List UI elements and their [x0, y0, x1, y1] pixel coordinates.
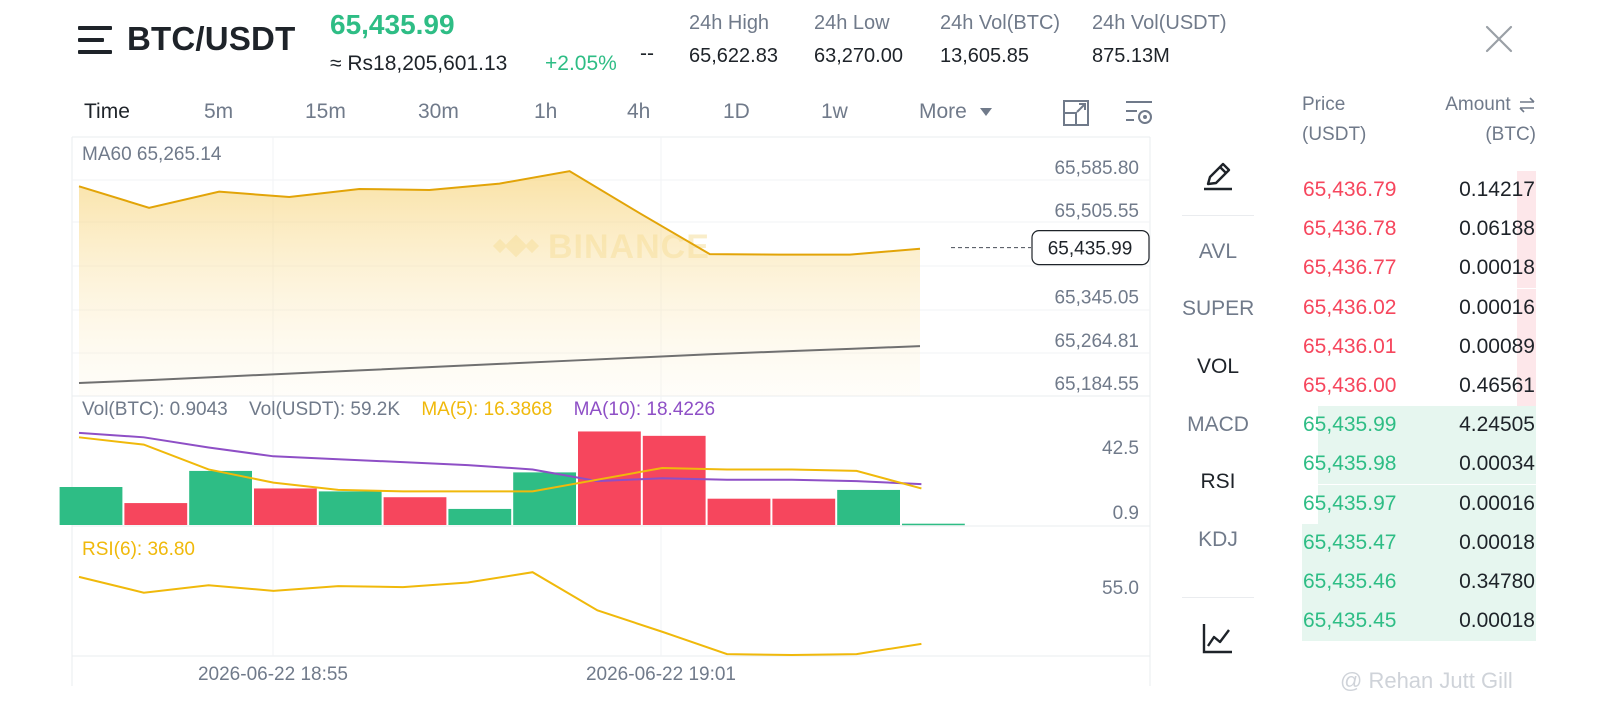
amount-head-label: Amount: [1445, 94, 1511, 115]
rsi-legend: RSI(6): 36.80: [82, 539, 195, 560]
order-amount: 0.00016: [1459, 491, 1535, 515]
order-amount: 0.00018: [1459, 530, 1535, 554]
vol-usdt-legend: Vol(USDT): 59.2K: [249, 399, 401, 420]
indicator-kdj[interactable]: KDJ: [1182, 528, 1254, 552]
ma60-legend: MA60 65,265.14: [82, 144, 222, 165]
order-price: 65,435.98: [1303, 452, 1397, 476]
volume-bar: [837, 489, 900, 525]
price-tick-label: 65,585.80: [1054, 158, 1139, 179]
rsi-tick-label: 55.0: [1102, 578, 1139, 599]
order-amount: 0.00089: [1459, 334, 1535, 358]
volume-tick-label: 0.9: [1113, 503, 1139, 524]
orderbook-bid-row[interactable]: 65,435.47 0.00018: [1302, 523, 1536, 563]
volume-bar: [448, 508, 512, 525]
order-price: 65,436.01: [1303, 334, 1397, 358]
order-amount: 0.00018: [1459, 609, 1535, 633]
volume-bar: [318, 491, 382, 525]
order-amount: 0.14217: [1459, 178, 1535, 201]
vol-btc-legend: Vol(BTC): 0.9043: [82, 399, 228, 420]
ma10-legend: MA(10): 18.4226: [573, 399, 716, 420]
price-tick-label: 65,264.81: [1054, 331, 1139, 352]
side-divider: [1182, 215, 1254, 216]
order-price: 65,436.79: [1303, 178, 1397, 201]
volume-bar: [642, 435, 706, 525]
order-amount: 0.00016: [1459, 295, 1535, 319]
price-tick-label: 65,345.05: [1054, 288, 1139, 309]
price-tick-label: 65,505.55: [1054, 201, 1139, 222]
line-chart-icon[interactable]: [1200, 620, 1236, 656]
volume-bar: [254, 488, 317, 525]
indicator-avl[interactable]: AVL: [1182, 240, 1254, 264]
watermark-text: @ Rehan Jutt Gill: [1340, 668, 1513, 693]
volume-bar: [189, 470, 252, 525]
indicator-vol[interactable]: VOL: [1182, 355, 1254, 379]
price-tick-label: 65,184.55: [1054, 374, 1139, 395]
orderbook-ask-row[interactable]: 65,436.79 0.14217: [1302, 171, 1536, 210]
volume-bar: [772, 498, 836, 525]
volume-bar: [59, 487, 123, 525]
order-price: 65,435.46: [1303, 570, 1397, 593]
indicator-macd[interactable]: MACD: [1182, 413, 1254, 437]
order-price: 65,436.78: [1303, 217, 1397, 241]
orderbook-bid-row[interactable]: 65,435.99 4.24505: [1302, 406, 1536, 446]
order-price: 65,436.77: [1303, 256, 1397, 280]
orderbook-bid-row[interactable]: 65,435.98 0.00034: [1302, 445, 1536, 485]
volume-tick-label: 42.5: [1102, 438, 1139, 459]
volume-legend: Vol(BTC): 0.9043 Vol(USDT): 59.2K MA(5):…: [82, 399, 715, 421]
volume-bar: [707, 498, 771, 525]
orderbook-bid-row[interactable]: 65,435.46 0.34780: [1302, 563, 1536, 602]
volume-bar: [124, 503, 188, 525]
current-price-label: 65,435.99: [1048, 239, 1133, 260]
order-price: 65,435.47: [1303, 530, 1397, 554]
price-area: [79, 171, 920, 396]
rsi-line: [78, 571, 922, 657]
price-head-label: Price: [1302, 94, 1346, 115]
indicator-super[interactable]: SUPER: [1182, 297, 1254, 321]
orderbook-ask-row[interactable]: 65,436.77 0.00018: [1302, 249, 1536, 289]
time-axis-label: 2026-06-22 18:55: [198, 664, 348, 685]
ma5-legend: MA(5): 16.3868: [421, 399, 553, 420]
time-axis-label: 2026-06-22 19:01: [586, 664, 736, 685]
orderbook-amount-header[interactable]: Amount (BTC): [1426, 90, 1536, 150]
indicator-rsi[interactable]: RSI: [1182, 470, 1254, 494]
orderbook-bid-row[interactable]: 65,435.45 0.00018: [1302, 602, 1536, 642]
order-price: 65,435.45: [1303, 609, 1397, 633]
orderbook-ask-row[interactable]: 65,436.78 0.06188: [1302, 210, 1536, 250]
volume-bar: [383, 497, 447, 525]
orderbook-ask-row[interactable]: 65,436.00 0.46561: [1302, 367, 1536, 406]
order-price: 65,436.00: [1303, 374, 1397, 397]
orderbook-ask-row[interactable]: 65,436.02 0.00016: [1302, 288, 1536, 328]
volume-bar: [513, 472, 576, 525]
order-price: 65,435.99: [1303, 413, 1397, 437]
orderbook-price-header: Price (USDT): [1302, 90, 1366, 150]
order-amount: 0.34780: [1459, 570, 1535, 593]
amount-unit-label: (BTC): [1485, 124, 1536, 145]
order-amount: 0.46561: [1459, 374, 1535, 397]
order-amount: 4.24505: [1459, 413, 1535, 437]
order-price: 65,436.02: [1303, 295, 1397, 319]
order-amount: 0.00034: [1459, 452, 1535, 476]
volume-bar: [902, 523, 965, 526]
side-divider: [1182, 597, 1254, 598]
orderbook-bid-row[interactable]: 65,435.97 0.00016: [1302, 484, 1536, 524]
swap-arrows-icon[interactable]: [1518, 97, 1536, 113]
price-unit-label: (USDT): [1302, 124, 1367, 145]
order-amount: 0.00018: [1459, 256, 1535, 280]
order-price: 65,435.97: [1303, 491, 1397, 515]
order-amount: 0.06188: [1459, 217, 1535, 241]
pencil-icon[interactable]: [1200, 158, 1236, 194]
orderbook-ask-row[interactable]: 65,436.01 0.00089: [1302, 327, 1536, 367]
